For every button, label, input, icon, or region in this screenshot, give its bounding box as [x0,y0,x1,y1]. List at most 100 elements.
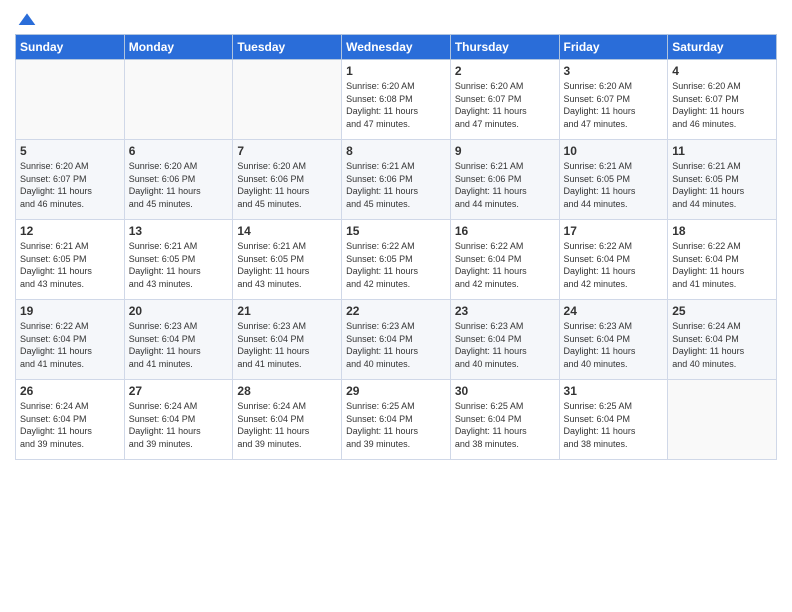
calendar-cell: 1Sunrise: 6:20 AM Sunset: 6:08 PM Daylig… [342,60,451,140]
calendar-cell: 28 Sunrise: 6:24 AM Sunset: 6:04 PM Dayli… [233,380,342,460]
calendar-cell: 11 Sunrise: 6:21 AM Sunset: 6:05 PM Dayli… [668,140,777,220]
calendar-cell: 22 Sunrise: 6:23 AM Sunset: 6:04 PM Dayli… [342,300,451,380]
day-info: Sunrise: 6:20 AM Sunset: 6:07 PM Dayligh… [564,80,664,130]
day-info: Sunrise: 6:20 AM Sunset: 6:06 PM Dayligh… [129,160,229,210]
day-number: 23 [455,304,555,318]
day-number: 26 [20,384,120,398]
calendar-cell [16,60,125,140]
col-header-sunday: Sunday [16,35,125,60]
calendar-week-4: 26 Sunrise: 6:24 AM Sunset: 6:04 PM Dayli… [16,380,777,460]
day-info: Sunrise: 6:21 AM Sunset: 6:05 PM Dayligh… [237,240,337,290]
day-info: Sunrise: 6:22 AM Sunset: 6:05 PM Dayligh… [346,240,446,290]
calendar-cell: 4Sunrise: 6:20 AM Sunset: 6:07 PM Daylig… [668,60,777,140]
day-number: 21 [237,304,337,318]
col-header-tuesday: Tuesday [233,35,342,60]
calendar-cell: 31 Sunrise: 6:25 AM Sunset: 6:04 PM Dayli… [559,380,668,460]
day-info: Sunrise: 6:24 AM Sunset: 6:04 PM Dayligh… [20,400,120,450]
calendar-week-2: 12 Sunrise: 6:21 AM Sunset: 6:05 PM Dayli… [16,220,777,300]
calendar-cell: 9Sunrise: 6:21 AM Sunset: 6:06 PM Daylig… [450,140,559,220]
day-info: Sunrise: 6:21 AM Sunset: 6:05 PM Dayligh… [564,160,664,210]
day-number: 14 [237,224,337,238]
calendar-cell: 3 Sunrise: 6:20 AM Sunset: 6:07 PM Daylig… [559,60,668,140]
day-info: Sunrise: 6:23 AM Sunset: 6:04 PM Dayligh… [346,320,446,370]
calendar-cell: 29Sunrise: 6:25 AM Sunset: 6:04 PM Dayli… [342,380,451,460]
day-info: Sunrise: 6:21 AM Sunset: 6:05 PM Dayligh… [20,240,120,290]
calendar-cell: 18 Sunrise: 6:22 AM Sunset: 6:04 PM Dayli… [668,220,777,300]
calendar-cell: 16 Sunrise: 6:22 AM Sunset: 6:04 PM Dayli… [450,220,559,300]
day-number: 18 [672,224,772,238]
calendar-cell: 17 Sunrise: 6:22 AM Sunset: 6:04 PM Dayli… [559,220,668,300]
day-number: 24 [564,304,664,318]
calendar-cell: 15 Sunrise: 6:22 AM Sunset: 6:05 PM Dayli… [342,220,451,300]
day-number: 20 [129,304,229,318]
calendar-cell: 13Sunrise: 6:21 AM Sunset: 6:05 PM Dayli… [124,220,233,300]
day-info: Sunrise: 6:20 AM Sunset: 6:06 PM Dayligh… [237,160,337,210]
day-info: Sunrise: 6:21 AM Sunset: 6:05 PM Dayligh… [672,160,772,210]
calendar-cell: 30 Sunrise: 6:25 AM Sunset: 6:04 PM Dayli… [450,380,559,460]
calendar-cell: 19 Sunrise: 6:22 AM Sunset: 6:04 PM Dayli… [16,300,125,380]
calendar-cell: 25Sunrise: 6:24 AM Sunset: 6:04 PM Dayli… [668,300,777,380]
day-info: Sunrise: 6:23 AM Sunset: 6:04 PM Dayligh… [237,320,337,370]
day-number: 5 [20,144,120,158]
calendar-cell [233,60,342,140]
calendar-cell [668,380,777,460]
day-number: 6 [129,144,229,158]
calendar-cell: 7 Sunrise: 6:20 AM Sunset: 6:06 PM Daylig… [233,140,342,220]
day-number: 12 [20,224,120,238]
day-info: Sunrise: 6:22 AM Sunset: 6:04 PM Dayligh… [455,240,555,290]
day-number: 2 [455,64,555,78]
day-number: 31 [564,384,664,398]
calendar-table: SundayMondayTuesdayWednesdayThursdayFrid… [15,34,777,460]
day-info: Sunrise: 6:22 AM Sunset: 6:04 PM Dayligh… [564,240,664,290]
col-header-wednesday: Wednesday [342,35,451,60]
day-number: 27 [129,384,229,398]
day-info: Sunrise: 6:20 AM Sunset: 6:07 PM Dayligh… [455,80,555,130]
day-info: Sunrise: 6:20 AM Sunset: 6:07 PM Dayligh… [20,160,120,210]
day-number: 3 [564,64,664,78]
day-number: 13 [129,224,229,238]
calendar-week-1: 5 Sunrise: 6:20 AM Sunset: 6:07 PM Daylig… [16,140,777,220]
calendar-cell: 24Sunrise: 6:23 AM Sunset: 6:04 PM Dayli… [559,300,668,380]
calendar-cell: 20 Sunrise: 6:23 AM Sunset: 6:04 PM Dayli… [124,300,233,380]
day-info: Sunrise: 6:23 AM Sunset: 6:04 PM Dayligh… [455,320,555,370]
day-number: 29 [346,384,446,398]
col-header-thursday: Thursday [450,35,559,60]
col-header-monday: Monday [124,35,233,60]
calendar-cell: 14 Sunrise: 6:21 AM Sunset: 6:05 PM Dayli… [233,220,342,300]
calendar-cell: 26 Sunrise: 6:24 AM Sunset: 6:04 PM Dayli… [16,380,125,460]
day-number: 30 [455,384,555,398]
calendar-header-row: SundayMondayTuesdayWednesdayThursdayFrid… [16,35,777,60]
day-info: Sunrise: 6:22 AM Sunset: 6:04 PM Dayligh… [20,320,120,370]
day-number: 15 [346,224,446,238]
day-number: 10 [564,144,664,158]
calendar-cell: 21 Sunrise: 6:23 AM Sunset: 6:04 PM Dayli… [233,300,342,380]
calendar-cell [124,60,233,140]
calendar-cell: 10 Sunrise: 6:21 AM Sunset: 6:05 PM Dayli… [559,140,668,220]
day-number: 19 [20,304,120,318]
day-number: 9 [455,144,555,158]
calendar-week-0: 1Sunrise: 6:20 AM Sunset: 6:08 PM Daylig… [16,60,777,140]
calendar-cell: 12 Sunrise: 6:21 AM Sunset: 6:05 PM Dayli… [16,220,125,300]
day-info: Sunrise: 6:20 AM Sunset: 6:07 PM Dayligh… [672,80,772,130]
header [15,10,777,26]
day-number: 16 [455,224,555,238]
day-number: 17 [564,224,664,238]
day-info: Sunrise: 6:25 AM Sunset: 6:04 PM Dayligh… [564,400,664,450]
day-info: Sunrise: 6:22 AM Sunset: 6:04 PM Dayligh… [672,240,772,290]
logo [15,10,37,26]
day-info: Sunrise: 6:21 AM Sunset: 6:06 PM Dayligh… [346,160,446,210]
day-number: 1 [346,64,446,78]
day-number: 28 [237,384,337,398]
day-number: 22 [346,304,446,318]
day-info: Sunrise: 6:25 AM Sunset: 6:04 PM Dayligh… [455,400,555,450]
day-number: 11 [672,144,772,158]
calendar-cell: 27 Sunrise: 6:24 AM Sunset: 6:04 PM Dayli… [124,380,233,460]
day-info: Sunrise: 6:24 AM Sunset: 6:04 PM Dayligh… [129,400,229,450]
day-info: Sunrise: 6:24 AM Sunset: 6:04 PM Dayligh… [237,400,337,450]
day-info: Sunrise: 6:23 AM Sunset: 6:04 PM Dayligh… [129,320,229,370]
logo-icon [17,10,37,30]
calendar-week-3: 19 Sunrise: 6:22 AM Sunset: 6:04 PM Dayli… [16,300,777,380]
calendar-cell: 23 Sunrise: 6:23 AM Sunset: 6:04 PM Dayli… [450,300,559,380]
calendar-cell: 6 Sunrise: 6:20 AM Sunset: 6:06 PM Daylig… [124,140,233,220]
day-number: 7 [237,144,337,158]
